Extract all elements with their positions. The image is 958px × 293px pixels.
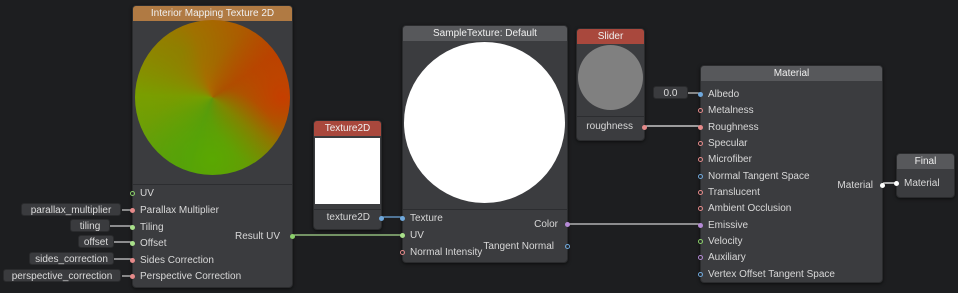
normal-tangent-space-port-dot[interactable] bbox=[698, 174, 703, 179]
albedo-label: Albedo bbox=[708, 89, 740, 100]
texture2d-output-port-dot[interactable] bbox=[379, 216, 384, 221]
specular-port-dot[interactable] bbox=[698, 141, 703, 146]
parallax-multiplier-pill[interactable]: parallax_multiplier bbox=[21, 203, 121, 216]
material-title[interactable]: Material bbox=[701, 66, 882, 81]
emissive-label: Emissive bbox=[708, 220, 749, 231]
microfiber-label: Microfiber bbox=[708, 154, 752, 165]
microfiber-port-dot[interactable] bbox=[698, 157, 703, 162]
material-output-label: Material bbox=[837, 180, 873, 191]
offset-port-dot[interactable] bbox=[130, 241, 135, 246]
translucent-label: Translucent bbox=[708, 187, 760, 198]
color-output-port-dot[interactable] bbox=[565, 222, 570, 227]
tiling-label: Tiling bbox=[140, 222, 164, 233]
tangent-normal-output-port-dot[interactable] bbox=[565, 244, 570, 249]
normal-intensity-label: Normal Intensity bbox=[410, 247, 483, 258]
interior-mapping-node[interactable]: Interior Mapping Texture 2D UV Parallax … bbox=[130, 5, 295, 288]
perspective-correction-port-dot[interactable] bbox=[130, 274, 135, 279]
result-uv-port-dot[interactable] bbox=[290, 234, 295, 239]
texture-input-label: Texture bbox=[410, 213, 443, 224]
sides-correction-pill[interactable]: sides_correction bbox=[29, 252, 114, 265]
final-material-label: Material bbox=[904, 178, 940, 189]
texture2d-preview bbox=[315, 138, 380, 204]
auxiliary-port-dot[interactable] bbox=[698, 255, 703, 260]
final-material-port-dot[interactable] bbox=[894, 181, 899, 186]
texture2d-output-label: texture2D bbox=[326, 212, 370, 223]
offset-pill[interactable]: offset bbox=[78, 235, 114, 248]
uv-input-port-dot[interactable] bbox=[130, 191, 135, 196]
parallax-multiplier-label: Parallax Multiplier bbox=[140, 205, 219, 216]
albedo-port-dot[interactable] bbox=[698, 92, 703, 97]
interior-mapping-preview bbox=[135, 20, 290, 175]
sample-uv-label: UV bbox=[410, 230, 424, 241]
sample-texture-preview bbox=[404, 42, 565, 203]
roughness-output-port-dot[interactable] bbox=[642, 125, 647, 130]
offset-label: Offset bbox=[140, 238, 167, 249]
auxiliary-label: Auxiliary bbox=[708, 252, 746, 263]
uv-input-label: UV bbox=[140, 188, 154, 199]
velocity-port-dot[interactable] bbox=[698, 239, 703, 244]
ambient-occlusion-label: Ambient Occlusion bbox=[708, 203, 792, 214]
slider-node[interactable]: Slider roughness bbox=[576, 28, 647, 141]
roughness-port-dot[interactable] bbox=[698, 125, 703, 130]
texture-input-port-dot[interactable] bbox=[400, 216, 405, 221]
roughness-label: Roughness bbox=[708, 122, 759, 133]
perspective-correction-pill[interactable]: perspective_correction bbox=[3, 269, 121, 282]
perspective-correction-label: Perspective Correction bbox=[140, 271, 242, 282]
tangent-normal-output-label: Tangent Normal bbox=[483, 241, 554, 252]
albedo-value-pill[interactable]: 0.0 bbox=[653, 86, 688, 99]
ambient-occlusion-port-dot[interactable] bbox=[698, 206, 703, 211]
specular-label: Specular bbox=[708, 138, 748, 149]
texture2d-node[interactable]: Texture2D texture2D bbox=[313, 120, 384, 230]
sides-correction-port-dot[interactable] bbox=[130, 258, 135, 263]
vertex-offset-tangent-space-port-dot[interactable] bbox=[698, 272, 703, 277]
final-node[interactable]: Final Material bbox=[894, 153, 955, 198]
tiling-pill[interactable]: tiling bbox=[70, 219, 110, 232]
interior-mapping-title[interactable]: Interior Mapping Texture 2D bbox=[133, 6, 292, 21]
metalness-port-dot[interactable] bbox=[698, 108, 703, 113]
final-title[interactable]: Final bbox=[897, 154, 954, 169]
velocity-label: Velocity bbox=[708, 236, 743, 247]
sample-texture-title[interactable]: SampleTexture: Default bbox=[403, 26, 567, 41]
uv-input-port-dot[interactable] bbox=[400, 233, 405, 238]
sample-texture-node[interactable]: SampleTexture: Default Texture UV Normal… bbox=[400, 25, 570, 263]
emissive-port-dot[interactable] bbox=[698, 223, 703, 228]
roughness-output-label: roughness bbox=[586, 121, 633, 132]
tiling-port-dot[interactable] bbox=[130, 225, 135, 230]
material-output-port-dot[interactable] bbox=[880, 183, 885, 188]
normal-tangent-space-label: Normal Tangent Space bbox=[708, 171, 810, 182]
normal-intensity-port-dot[interactable] bbox=[400, 250, 405, 255]
metalness-label: Metalness bbox=[708, 105, 754, 116]
parallax-multiplier-port-dot[interactable] bbox=[130, 208, 135, 213]
color-output-label: Color bbox=[534, 219, 558, 230]
slider-title[interactable]: Slider bbox=[577, 29, 644, 44]
slider-preview bbox=[578, 45, 643, 110]
result-uv-label: Result UV bbox=[234, 231, 280, 242]
material-node[interactable]: Material Albedo Metalness Roughness Spec… bbox=[698, 65, 885, 283]
sides-correction-label: Sides Correction bbox=[140, 255, 214, 266]
vertex-offset-tangent-space-label: Vertex Offset Tangent Space bbox=[708, 269, 835, 280]
translucent-port-dot[interactable] bbox=[698, 190, 703, 195]
texture2d-title[interactable]: Texture2D bbox=[314, 121, 381, 136]
